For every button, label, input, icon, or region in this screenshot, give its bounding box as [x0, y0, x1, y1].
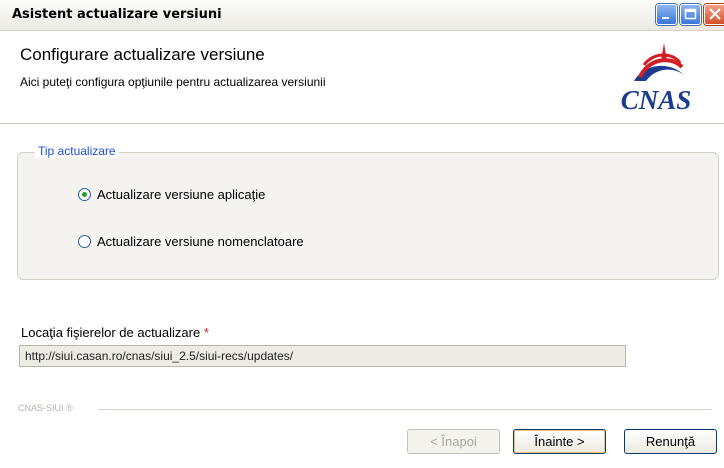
maximize-button[interactable] [680, 4, 701, 25]
option-app-update-label: Actualizare versiune aplicaţie [97, 187, 266, 202]
wizard-body: Tip actualizare Actualizare versiune apl… [0, 124, 724, 468]
location-input[interactable] [19, 345, 626, 367]
window-title: Asistent actualizare versiuni [12, 7, 222, 22]
minimize-button[interactable] [656, 4, 677, 25]
location-label: Locaţia fişierelor de actualizare * [21, 325, 209, 340]
close-button[interactable] [704, 4, 724, 25]
close-icon [709, 8, 721, 20]
radio-nomenclature-update[interactable] [78, 235, 91, 248]
footer-divider [98, 409, 712, 410]
wizard-header: Configurare actualizare versiune Aici pu… [0, 31, 724, 124]
cnas-logo: CNAS [621, 43, 692, 113]
back-button[interactable]: < Înapoi [407, 429, 500, 454]
title-bar[interactable]: Asistent actualizare versiuni [0, 0, 724, 31]
update-type-legend: Tip actualizare [35, 144, 119, 158]
maximize-icon [684, 8, 697, 20]
update-type-group: Tip actualizare Actualizare versiune apl… [17, 144, 719, 280]
page-title: Configurare actualizare versiune [20, 45, 265, 64]
wizard-window: Asistent actualizare versiuni Configurar… [0, 0, 724, 468]
next-button[interactable]: Înainte > [513, 429, 606, 454]
option-nomenclature-update-label: Actualizare versiune nomenclatoare [97, 234, 304, 249]
radio-app-update[interactable] [78, 188, 91, 201]
option-app-update[interactable]: Actualizare versiune aplicaţie [78, 187, 265, 202]
required-marker: * [203, 325, 209, 340]
footer-brand: CNAS-SIUI ® [18, 403, 73, 413]
location-label-text: Locaţia fişierelor de actualizare [21, 325, 201, 340]
logo-text: CNAS [621, 85, 692, 113]
minimize-icon [662, 17, 669, 19]
option-nomenclature-update[interactable]: Actualizare versiune nomenclatoare [78, 234, 304, 249]
page-subtitle: Aici puteţi configura opţiunile pentru a… [20, 75, 326, 89]
cancel-button[interactable]: Renunţă [624, 429, 717, 454]
